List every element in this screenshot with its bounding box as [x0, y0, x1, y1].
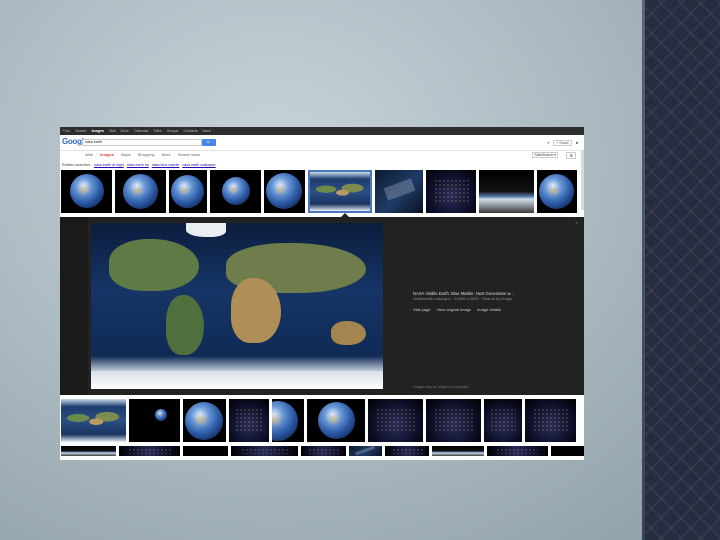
search-tabs: Web Images Maps Shopping More Search too…: [85, 152, 200, 157]
tab-more[interactable]: More: [162, 152, 171, 157]
preview-left-gutter: [60, 217, 88, 395]
image-details-link[interactable]: Image details: [477, 307, 501, 312]
tab-images[interactable]: Images: [100, 152, 114, 157]
preview-info: NASA Visible Earth: Blue Marble: Next Ge…: [413, 291, 573, 312]
result-thumbnail[interactable]: [61, 170, 112, 213]
result-thumbnail[interactable]: [183, 399, 226, 442]
gbar-item[interactable]: Drive: [121, 129, 129, 133]
related-link[interactable]: nasa earth hd: [127, 163, 149, 167]
result-thumbnail[interactable]: [368, 399, 423, 442]
result-thumbnail[interactable]: [348, 446, 383, 456]
tab-shopping[interactable]: Shopping: [138, 152, 155, 157]
result-thumbnail[interactable]: [115, 170, 166, 213]
related-link[interactable]: nasa blue marble: [152, 163, 180, 167]
image-preview-panel: × NASA Visible Earth: Blue Marble: Next …: [60, 213, 584, 395]
result-thumbnail[interactable]: [537, 170, 577, 213]
earth-image: [222, 177, 250, 205]
preview-image-world-map[interactable]: [91, 223, 383, 389]
visit-page-link[interactable]: Visit page: [413, 307, 431, 312]
result-thumbnail[interactable]: [272, 399, 304, 442]
earth-image: [123, 174, 158, 209]
result-thumbnail[interactable]: [61, 446, 117, 456]
close-icon[interactable]: ×: [575, 221, 578, 227]
north-america-land: [109, 239, 199, 291]
gbar-item-active[interactable]: Images: [92, 129, 104, 133]
gbar-item[interactable]: More: [203, 129, 211, 133]
view-original-link[interactable]: View original image: [437, 307, 472, 312]
result-thumbnail[interactable]: [525, 399, 576, 442]
result-thumbnail[interactable]: [426, 170, 476, 213]
result-thumbnail-selected[interactable]: [308, 170, 372, 213]
gbar-item[interactable]: Search: [75, 129, 86, 133]
search-header: Google nasa earth 🔍 ▾ + Share ■: [60, 135, 584, 151]
result-thumbnail[interactable]: [486, 446, 548, 456]
search-button[interactable]: 🔍: [202, 139, 216, 146]
preview-domain: visibleearth.nasa.gov · 21600×10800 · Se…: [413, 296, 513, 301]
result-thumbnail[interactable]: [484, 399, 522, 442]
result-thumbnail[interactable]: [129, 399, 180, 442]
earth-image: [266, 173, 302, 209]
antarctica-ice: [91, 371, 383, 389]
result-thumbnail[interactable]: [264, 170, 305, 213]
greenland-ice: [186, 223, 226, 237]
earth-image: [155, 409, 167, 421]
related-link[interactable]: nasa earth at night: [94, 163, 124, 167]
profile-menu[interactable]: ▾: [547, 141, 549, 145]
gbar-item[interactable]: +You: [62, 129, 70, 133]
earth-image: [171, 175, 204, 208]
result-thumbnail[interactable]: [307, 399, 365, 442]
gbar-item[interactable]: Sites: [154, 129, 162, 133]
gbar-item[interactable]: Calendar: [134, 129, 149, 133]
gbar-item[interactable]: Mail: [109, 129, 116, 133]
tabs-row: Web Images Maps Shopping More Search too…: [60, 151, 584, 160]
gear-icon[interactable]: ⚙: [566, 152, 576, 159]
result-thumbnail[interactable]: [61, 399, 126, 442]
tab-search-tools[interactable]: Search tools: [178, 152, 200, 157]
notifications-icon[interactable]: ■: [576, 141, 578, 145]
preview-links: Visit page View original image Image det…: [413, 307, 573, 312]
result-thumbnail[interactable]: [210, 170, 261, 213]
result-thumbnail[interactable]: [375, 170, 423, 213]
result-thumbnail[interactable]: [479, 170, 534, 213]
earth-image: [272, 401, 298, 441]
gbar-item[interactable]: Contacts: [183, 129, 197, 133]
safesearch-dropdown[interactable]: SafeSearch ▾: [532, 152, 558, 158]
google-bar: +You Search Images Mail Drive Calendar S…: [60, 127, 584, 135]
gbar-item[interactable]: Groups: [167, 129, 179, 133]
africa-land: [231, 278, 281, 343]
result-thumbnail[interactable]: [301, 446, 346, 456]
related-link[interactable]: nasa earth wallpaper: [182, 163, 215, 167]
related-label: Related searches:: [62, 163, 91, 167]
thumbnail-row-2: [60, 399, 584, 442]
earth-image: [185, 402, 223, 440]
result-thumbnail[interactable]: [183, 446, 229, 456]
preview-pointer: [341, 213, 349, 217]
thumbnail-row-1: [60, 170, 584, 213]
related-searches: Related searches: nasa earth at night na…: [60, 160, 584, 170]
south-america-land: [166, 295, 204, 355]
earth-image: [539, 174, 574, 209]
scrollbar[interactable]: [581, 150, 584, 210]
thumbnail-row-3: [60, 446, 584, 456]
result-thumbnail[interactable]: [229, 399, 269, 442]
share-button[interactable]: + Share: [553, 140, 572, 146]
tab-maps[interactable]: Maps: [121, 152, 131, 157]
result-thumbnail[interactable]: [385, 446, 430, 456]
copyright-note: Images may be subject to copyright.: [413, 385, 470, 389]
decorative-side-band: [642, 0, 720, 540]
earth-image: [318, 402, 355, 439]
search-input[interactable]: nasa earth: [82, 139, 202, 146]
browser-screenshot: +You Search Images Mail Drive Calendar S…: [60, 127, 584, 460]
result-thumbnail[interactable]: [432, 446, 484, 456]
result-thumbnail[interactable]: [169, 170, 207, 213]
result-thumbnail[interactable]: [550, 446, 584, 456]
earth-image: [70, 174, 104, 208]
result-thumbnail[interactable]: [231, 446, 299, 456]
australia-land: [331, 321, 366, 345]
tab-web[interactable]: Web: [85, 152, 93, 157]
result-thumbnail[interactable]: [426, 399, 481, 442]
header-actions: ▾ + Share ■: [547, 140, 578, 146]
result-thumbnail[interactable]: [119, 446, 181, 456]
